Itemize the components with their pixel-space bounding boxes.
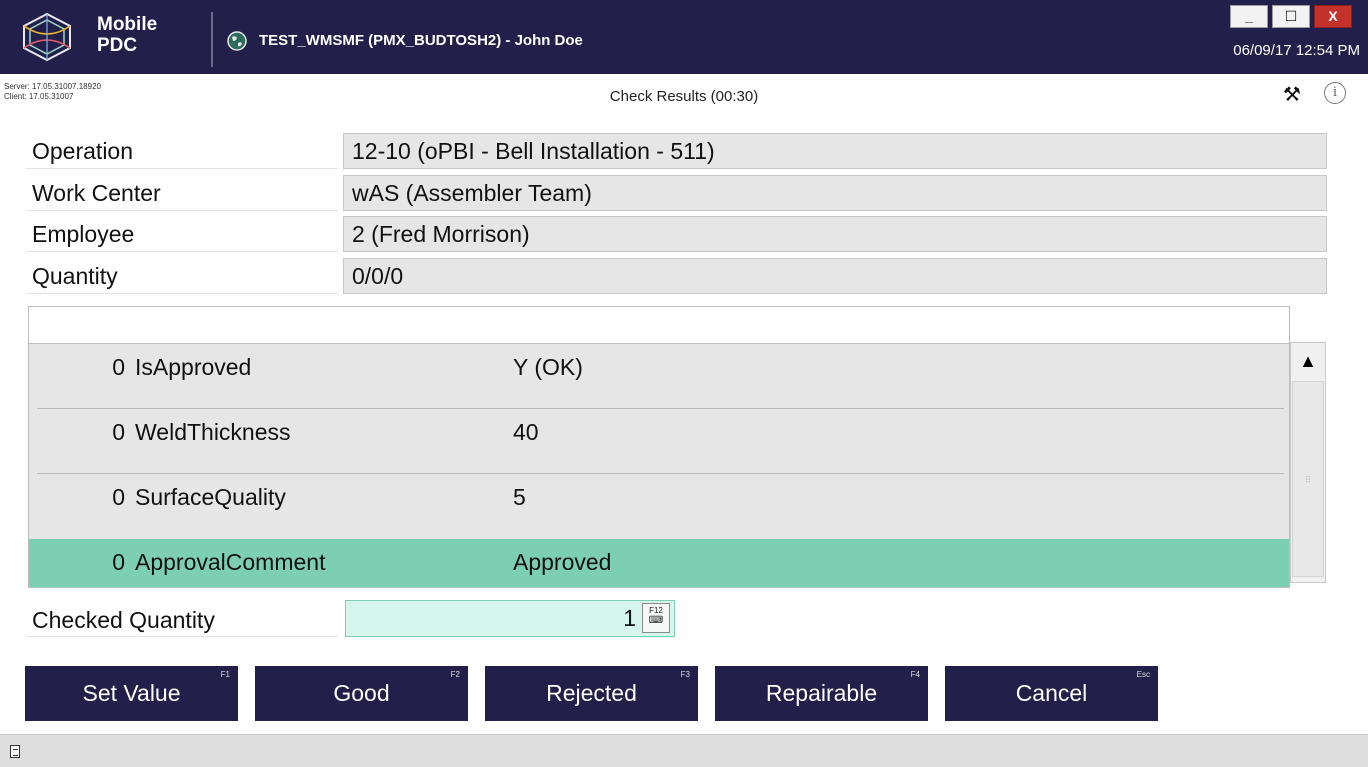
set-value-button[interactable]: Set Value F1: [25, 666, 238, 721]
good-label: Good: [333, 680, 390, 706]
rejected-button[interactable]: Rejected F3: [485, 666, 698, 721]
table-scrollbar[interactable]: ▲ ⠿: [1290, 342, 1326, 583]
close-button[interactable]: X: [1314, 5, 1352, 28]
f1-key-hint: F1: [220, 670, 230, 679]
repairable-button[interactable]: Repairable F4: [715, 666, 928, 721]
row-name: IsApproved: [135, 354, 252, 380]
row-value: 40: [513, 419, 539, 445]
set-value-label: Set Value: [82, 680, 181, 706]
row-number: 0: [112, 484, 125, 510]
screen-title: Check Results (00:30): [609, 88, 759, 105]
row-name: SurfaceQuality: [135, 484, 286, 510]
row-value: Approved: [513, 549, 612, 575]
table-row[interactable]: 0 SurfaceQuality 5: [29, 474, 1289, 539]
table-header: [29, 307, 1289, 344]
brand-line-1: Mobile: [97, 14, 158, 35]
brand-line-2: PDC: [97, 35, 138, 56]
cancel-label: Cancel: [1015, 680, 1088, 706]
employee-label: Employee: [26, 216, 338, 252]
f3-key-hint: F3: [680, 670, 690, 679]
quantity-label: Quantity: [26, 258, 338, 294]
row-value: 5: [513, 484, 526, 510]
title-bar: Mobile PDC TEST_WMSMF (PMX_BUDTOSH2) - J…: [0, 0, 1368, 74]
row-number: 0: [112, 419, 125, 445]
globe-icon: [227, 31, 247, 51]
f4-key-hint: F4: [910, 670, 920, 679]
tools-icon[interactable]: ⚒: [1283, 82, 1301, 107]
checked-quantity-label: Checked Quantity: [26, 603, 338, 637]
title-separator: [211, 12, 213, 67]
row-value: Y (OK): [513, 354, 583, 380]
row-name: ApprovalComment: [135, 549, 326, 575]
repairable-label: Repairable: [765, 680, 878, 706]
scroll-up-arrow-icon[interactable]: ▲: [1291, 343, 1325, 379]
status-bar: [0, 734, 1368, 767]
operation-value: 12-10 (oPBI - Bell Installation - 511): [343, 133, 1327, 169]
checked-quantity-input[interactable]: 1: [345, 600, 675, 637]
f2-key-hint: F2: [450, 670, 460, 679]
table-row[interactable]: 0 IsApproved Y (OK): [29, 344, 1289, 409]
employee-value: 2 (Fred Morrison): [343, 216, 1327, 252]
quantity-value: 0/0/0: [343, 258, 1327, 294]
keyboard-key-hint: F12: [649, 606, 663, 615]
cancel-button[interactable]: Cancel Esc: [945, 666, 1158, 721]
esc-key-hint: Esc: [1136, 670, 1150, 679]
table-row-selected[interactable]: 0 ApprovalComment Approved: [29, 539, 1289, 587]
scroll-thumb[interactable]: ⠿: [1292, 381, 1324, 577]
info-icon[interactable]: i: [1324, 82, 1346, 104]
minimize-button[interactable]: _: [1230, 5, 1268, 28]
document-icon[interactable]: [10, 745, 20, 758]
window-title: TEST_WMSMF (PMX_BUDTOSH2) - John Doe: [259, 32, 583, 49]
rejected-label: Rejected: [546, 680, 637, 706]
work-center-label: Work Center: [26, 175, 338, 211]
row-name: WeldThickness: [135, 419, 291, 445]
maximize-button[interactable]: ☐: [1272, 5, 1310, 28]
datetime-display: 06/09/17 12:54 PM: [1233, 42, 1360, 59]
keyboard-icon[interactable]: F12 ⌨: [642, 603, 670, 633]
app-brand: Mobile PDC: [97, 14, 157, 56]
check-results-table: 0 IsApproved Y (OK) 0 WeldThickness 40 0…: [28, 306, 1290, 588]
operation-label: Operation: [26, 133, 338, 169]
row-number: 0: [112, 549, 125, 575]
good-button[interactable]: Good F2: [255, 666, 468, 721]
mobile-pdc-logo-icon: [23, 12, 71, 62]
work-center-value: wAS (Assembler Team): [343, 175, 1327, 211]
table-row[interactable]: 0 WeldThickness 40: [29, 409, 1289, 474]
row-number: 0: [112, 354, 125, 380]
